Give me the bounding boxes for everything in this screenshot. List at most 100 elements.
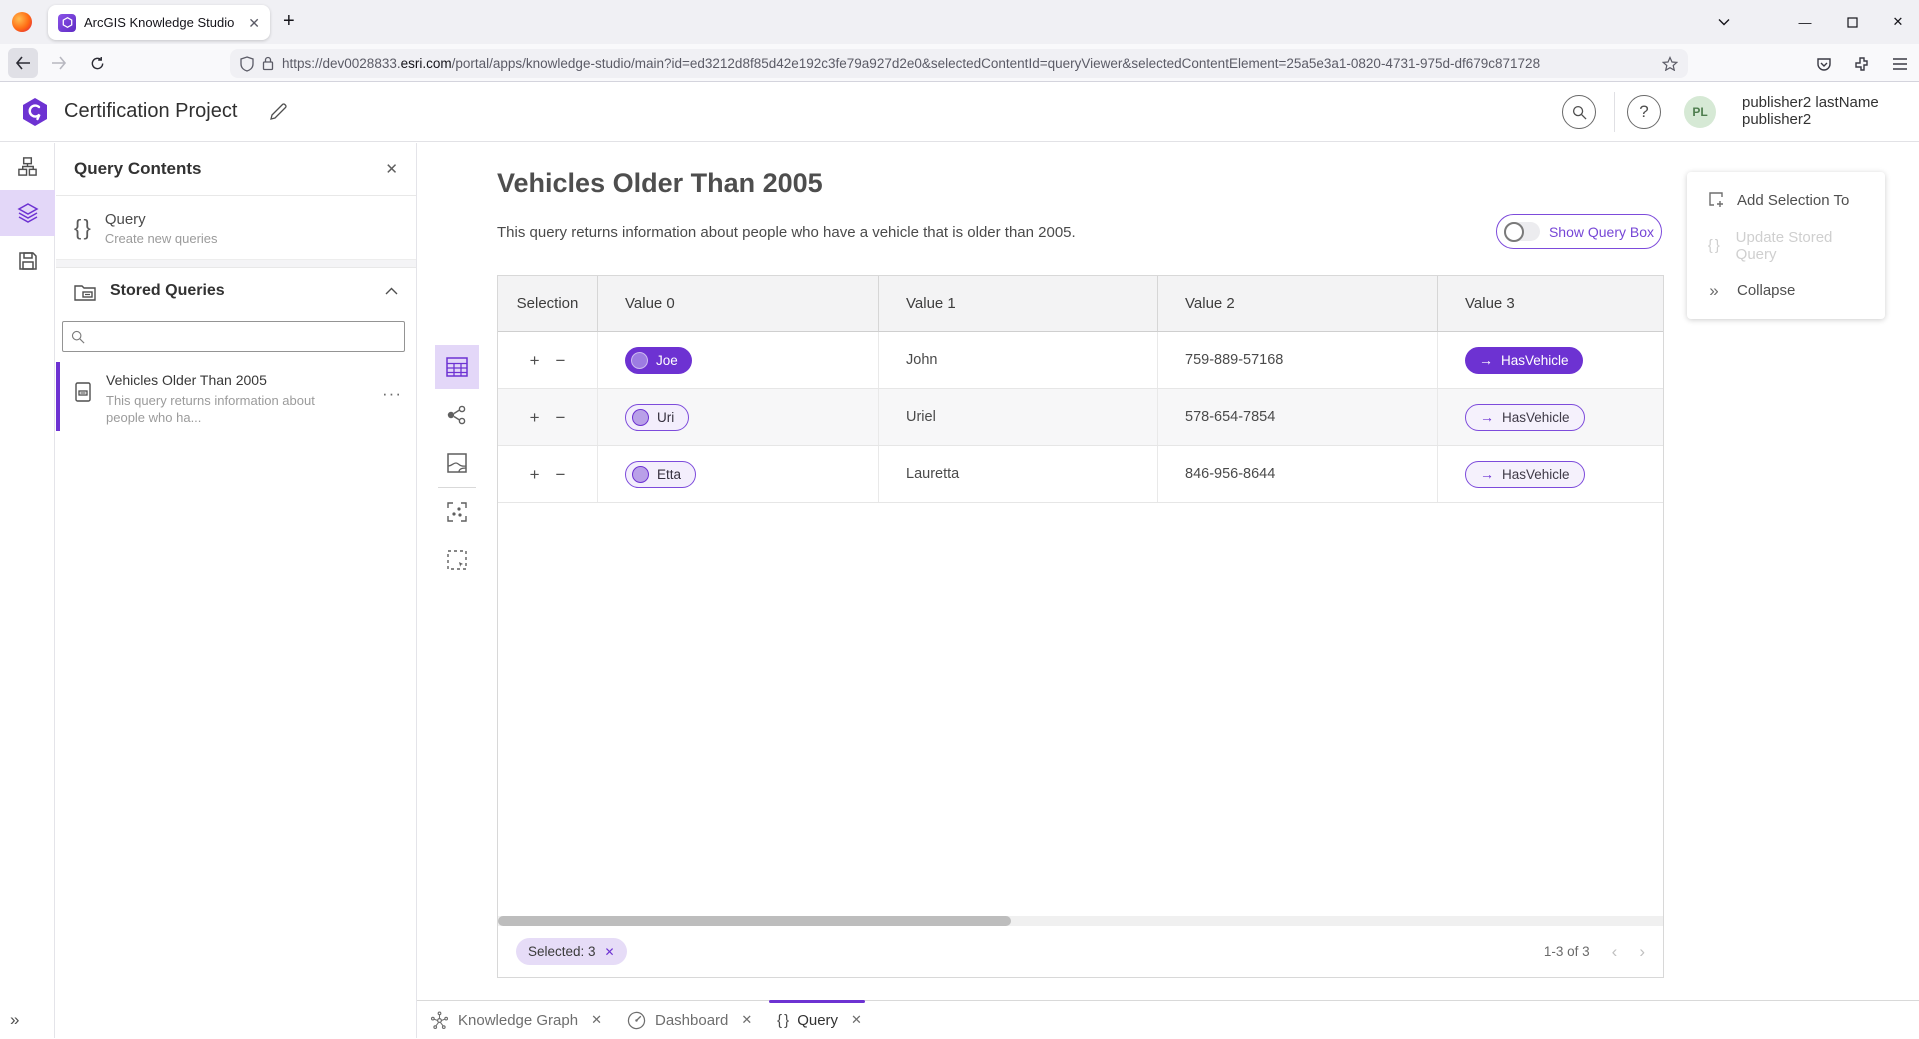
stored-query-more-icon[interactable]: ··· — [382, 384, 402, 404]
show-query-box-label: Show Query Box — [1549, 224, 1654, 240]
list-tabs-chevron-icon[interactable] — [1712, 10, 1736, 34]
relationship-pill[interactable]: →HasVehicle — [1465, 404, 1585, 431]
browser-tab[interactable]: ArcGIS Knowledge Studio ✕ — [48, 5, 270, 40]
expand-rail-icon[interactable]: » — [10, 1010, 19, 1030]
firefox-icon[interactable] — [12, 12, 32, 32]
table-header-row: Selection Value 0 Value 1 Value 2 Value … — [498, 276, 1663, 332]
entity-node-icon — [632, 409, 649, 426]
entity-pill[interactable]: Uri — [625, 404, 689, 431]
tab-close-icon[interactable]: ✕ — [851, 1012, 862, 1028]
add-selection-icon[interactable]: + — [530, 466, 540, 483]
tab-query[interactable]: { } Query ✕ — [777, 1001, 862, 1039]
bookmark-star-icon[interactable] — [1662, 56, 1678, 71]
folder-icon — [74, 282, 96, 301]
new-tab-button[interactable]: + — [283, 11, 295, 31]
scrollbar-thumb[interactable] — [498, 916, 1011, 926]
stored-queries-header[interactable]: Stored Queries — [56, 268, 416, 314]
tracking-shield-icon[interactable] — [240, 56, 254, 72]
search-button[interactable] — [1562, 95, 1596, 129]
tab-close-icon[interactable]: ✕ — [248, 16, 260, 30]
table-row[interactable]: + − Uri Uriel 578-654-7854 →HasVehicle — [498, 389, 1663, 446]
table-view-icon[interactable] — [435, 345, 479, 389]
tab-dashboard[interactable]: Dashboard ✕ — [627, 1001, 752, 1039]
page-next-icon[interactable]: › — [1639, 942, 1645, 962]
add-selection-icon[interactable]: + — [530, 352, 540, 369]
remove-selection-icon[interactable]: − — [556, 409, 566, 426]
avatar[interactable]: PL — [1684, 96, 1716, 128]
menu-hamburger-icon[interactable] — [1887, 51, 1913, 77]
extensions-icon[interactable] — [1849, 51, 1875, 77]
app-window: ArcGIS Knowledge Studio ✕ + — ✕ https://… — [0, 0, 1919, 1038]
table-row[interactable]: + − Joe John 759-889-57168 →HasVehicle — [498, 332, 1663, 389]
window-close-button[interactable]: ✕ — [1886, 10, 1910, 34]
braces-icon: { } — [777, 1012, 788, 1029]
reload-button[interactable] — [82, 48, 112, 78]
query-contents-panel: Query Contents ✕ { } Query Create new qu… — [56, 143, 417, 1038]
remove-selection-icon[interactable]: − — [556, 466, 566, 483]
panel-header: Query Contents ✕ — [56, 143, 416, 196]
relationship-pill[interactable]: →HasVehicle — [1465, 461, 1585, 488]
toggle-switch[interactable] — [1504, 222, 1540, 241]
tab-close-icon[interactable]: ✕ — [741, 1012, 752, 1028]
column-header: Value 2 — [1158, 276, 1438, 331]
tab-close-icon[interactable]: ✕ — [591, 1012, 602, 1028]
selected-count-chip[interactable]: Selected: 3 ✕ — [516, 938, 627, 965]
knowledge-graph-rail-icon[interactable] — [0, 143, 55, 189]
braces-icon: { } — [1704, 237, 1723, 254]
page-description: This query returns information about peo… — [497, 224, 1076, 241]
tab-knowledge-graph[interactable]: Knowledge Graph ✕ — [430, 1001, 602, 1039]
table-row[interactable]: + − Etta Lauretta 846-956-8644 →HasVehic… — [498, 446, 1663, 503]
remove-selection-icon[interactable]: − — [556, 352, 566, 369]
clear-selection-icon[interactable]: ✕ — [605, 945, 615, 959]
pagination-label: 1-3 of 3 — [1544, 944, 1590, 959]
link-chart-icon[interactable] — [435, 393, 479, 437]
collapse-section-chevron-icon[interactable] — [385, 287, 398, 295]
url-bar[interactable]: https://dev0028833.esri.com/portal/apps/… — [230, 49, 1688, 78]
entity-pill[interactable]: Joe — [625, 347, 692, 374]
viz-rail-divider — [438, 487, 476, 488]
arrow-right-icon: → — [1480, 466, 1494, 482]
lock-icon[interactable] — [262, 56, 274, 71]
stored-queries-search[interactable] — [62, 321, 405, 352]
entity-node-icon — [631, 352, 648, 369]
show-query-box-toggle[interactable]: Show Query Box — [1496, 214, 1662, 249]
column-header: Value 3 — [1438, 276, 1663, 331]
horizontal-scrollbar[interactable] — [498, 916, 1663, 926]
page-previous-icon[interactable]: ‹ — [1612, 942, 1618, 962]
results-table: Selection Value 0 Value 1 Value 2 Value … — [497, 275, 1664, 978]
back-button[interactable] — [8, 48, 38, 78]
help-button[interactable]: ? — [1627, 95, 1661, 129]
forward-button[interactable] — [44, 48, 74, 78]
stored-queries-title: Stored Queries — [110, 282, 371, 300]
options-menu: Add Selection To { } Update Stored Query… — [1687, 172, 1885, 319]
contents-rail-icon[interactable] — [0, 190, 55, 236]
query-item-subtitle: Create new queries — [105, 231, 218, 246]
menu-item-update-stored-query[interactable]: { } Update Stored Query — [1687, 223, 1885, 268]
stored-query-item[interactable]: Vehicles Older Than 2005 This query retu… — [56, 362, 416, 431]
add-to-icon — [1704, 192, 1724, 209]
window-maximize-button[interactable] — [1840, 10, 1864, 34]
arrow-right-icon: → — [1479, 352, 1493, 368]
save-rail-icon[interactable] — [0, 238, 55, 284]
menu-item-add-selection-to[interactable]: Add Selection To — [1687, 178, 1885, 223]
stored-query-title: Vehicles Older Than 2005 — [106, 372, 315, 388]
column-header: Value 1 — [879, 276, 1158, 331]
knowledge-studio-logo — [20, 97, 50, 127]
search-input[interactable] — [93, 329, 396, 345]
add-selection-icon[interactable]: + — [530, 409, 540, 426]
stored-query-description: This query returns information about peo… — [106, 392, 315, 426]
entity-pill[interactable]: Etta — [625, 461, 696, 488]
window-minimize-button[interactable]: — — [1793, 10, 1817, 34]
box-select-icon[interactable] — [435, 538, 479, 582]
map-view-icon[interactable] — [435, 441, 479, 485]
page-title: Vehicles Older Than 2005 — [497, 168, 823, 199]
edit-title-icon[interactable] — [268, 102, 290, 124]
cell-value: 759-889-57168 — [1158, 332, 1438, 388]
new-query-item[interactable]: { } Query Create new queries — [56, 197, 416, 260]
search-icon — [71, 330, 85, 344]
pocket-save-icon[interactable] — [1811, 51, 1837, 77]
relationship-pill[interactable]: →HasVehicle — [1465, 347, 1583, 374]
menu-item-collapse[interactable]: » Collapse — [1687, 268, 1885, 313]
chart-selection-icon[interactable] — [435, 490, 479, 534]
panel-close-icon[interactable]: ✕ — [385, 160, 398, 178]
